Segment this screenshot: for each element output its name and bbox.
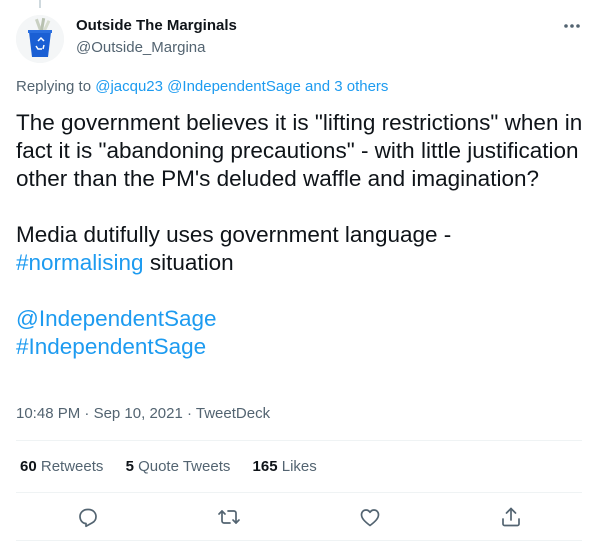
retweets-label: Retweets	[40, 458, 104, 475]
meta-separator: ·	[80, 405, 94, 422]
divider-middle	[16, 492, 582, 493]
engagement-stats: 60 Retweets 5 Quote Tweets 165 Likes	[20, 457, 335, 477]
tweet-time[interactable]: 10:48 PM	[16, 405, 80, 422]
divider-top	[16, 440, 582, 441]
tweet-paragraph-3: @IndependentSage #IndependentSage	[16, 305, 586, 361]
retweet-button[interactable]	[217, 505, 241, 529]
thread-connector-line	[39, 0, 41, 8]
tweet-body: The government believes it is "lifting r…	[16, 109, 586, 361]
tweet-paragraph-2-suffix: situation	[143, 250, 234, 275]
likes-stat[interactable]: 165 Likes	[253, 457, 317, 477]
hashtag-normalising[interactable]: #normalising	[16, 250, 144, 275]
like-button[interactable]	[358, 505, 382, 529]
reply-button[interactable]	[76, 505, 100, 529]
replying-to-prefix: Replying to	[16, 78, 96, 95]
more-options-button[interactable]	[560, 16, 584, 36]
retweets-count: 60	[20, 458, 37, 475]
quote-tweets-count: 5	[125, 458, 134, 475]
others-link[interactable]: and 3 others	[305, 78, 388, 95]
author-block: Outside The Marginals @Outside_Margina	[76, 16, 237, 58]
retweet-icon	[218, 510, 240, 524]
mention-jacqu23[interactable]: @jacqu23	[95, 78, 163, 95]
reply-icon	[79, 508, 97, 528]
tweet-source[interactable]: TweetDeck	[196, 405, 270, 422]
likes-count: 165	[252, 458, 278, 475]
tweet-paragraph-1: The government believes it is "lifting r…	[16, 110, 583, 191]
tweet-paragraph-2-text: Media dutifully uses government language…	[16, 222, 452, 247]
tweet-date[interactable]: Sep 10, 2021	[94, 405, 183, 422]
share-button[interactable]	[499, 505, 523, 529]
share-icon	[502, 507, 520, 527]
quote-tweets-label: Quote Tweets	[138, 458, 231, 475]
hashtag-independentsage[interactable]: #IndependentSage	[16, 334, 206, 359]
recycle-bin-avatar-icon	[16, 15, 64, 63]
more-horizontal-icon	[564, 24, 580, 28]
tweet-paragraph-2: Media dutifully uses government language…	[16, 221, 586, 277]
mention-independentsage-body[interactable]: @IndependentSage	[16, 306, 217, 331]
avatar[interactable]	[16, 15, 64, 63]
meta-separator-2: ·	[182, 405, 196, 422]
likes-label: Likes	[281, 458, 317, 475]
author-handle[interactable]: @Outside_Margina	[76, 38, 237, 58]
tweet-metadata: 10:48 PM · Sep 10, 2021 · TweetDeck	[16, 404, 270, 424]
heart-icon	[360, 509, 380, 527]
author-display-name[interactable]: Outside The Marginals	[76, 16, 237, 36]
quote-tweets-stat[interactable]: 5 Quote Tweets	[126, 457, 231, 477]
replying-to-line: Replying to @jacqu23 @IndependentSage an…	[16, 77, 388, 97]
mention-independentsage[interactable]: @IndependentSage	[167, 78, 301, 95]
retweets-stat[interactable]: 60 Retweets	[20, 457, 103, 477]
